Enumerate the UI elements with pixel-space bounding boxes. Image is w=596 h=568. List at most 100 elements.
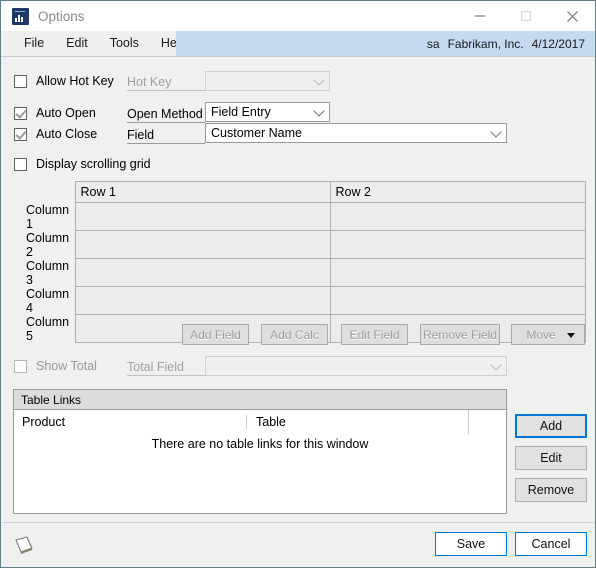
menu-bar: File Edit Tools Help sa Fabrikam, Inc. 4… [1,31,595,57]
open-method-label: Open Method [127,107,205,123]
table-row: Column 2 [13,230,586,259]
auto-close-checkbox[interactable] [14,127,27,141]
cancel-label: Cancel [531,537,571,551]
grid-row-label-5: Column 5 [26,314,70,343]
title-bar: Options [1,1,595,31]
chevron-down-icon [490,126,502,138]
table-links-column-headers: Product Table [14,410,506,434]
field-grid: Row 1 Row 2 Column 1 Column 2 Column 3 C… [13,181,586,343]
allow-hot-key-checkbox[interactable] [14,74,27,88]
status-user: sa [426,36,440,51]
grid-col-header-1[interactable]: Row 1 [74,181,331,203]
edit-field-label: Edit Field [349,327,400,342]
menu-items: File Edit Tools Help [1,31,198,56]
grid-cell-1-1[interactable] [74,202,331,231]
field-grid-table: Row 1 Row 2 Column 1 Column 2 Column 3 C… [13,181,586,343]
table-row: Column 3 [13,258,586,287]
display-scrolling-grid-checkbox[interactable] [14,157,27,171]
chevron-down-icon [313,74,325,86]
grid-row-label-3: Column 3 [26,258,70,287]
close-icon[interactable] [549,1,595,31]
open-method-value: Field Entry [211,105,271,119]
menu-edit[interactable]: Edit [55,31,99,56]
grid-header-row: Row 1 Row 2 [13,181,586,203]
auto-close-label: Auto Close [36,127,98,141]
grid-cell-3-1[interactable] [74,258,331,287]
footer-bar: Save Cancel [2,522,594,566]
show-total-row: Show Total [14,359,97,373]
hot-key-label-wrap: Hot Key [127,75,207,91]
menu-tools[interactable]: Tools [99,31,150,56]
remove-link-button[interactable]: Remove [515,478,587,502]
open-method-combo[interactable]: Field Entry [205,102,330,122]
auto-open-label: Auto Open [36,106,96,120]
remove-field-label: Remove Field [422,327,498,342]
grid-corner-cell [13,182,75,203]
grid-cell-2-2[interactable] [329,230,586,259]
grid-cell-1-2[interactable] [329,202,586,231]
chart-app-icon [12,7,29,25]
grid-row-label-4: Column 4 [26,286,70,315]
edit-field-button[interactable]: Edit Field [341,324,408,345]
field-label-wrap: Field [127,128,207,144]
grid-cell-2-1[interactable] [74,230,331,259]
column-header-table[interactable]: Table [246,415,468,429]
auto-open-checkbox[interactable] [14,106,27,120]
grid-cell-4-2[interactable] [329,286,586,315]
allow-hot-key-row: Allow Hot Key [14,74,114,88]
total-field-label-wrap: Total Field [127,360,207,376]
footer-divider [2,522,594,523]
table-row: Column 1 [13,202,586,231]
save-button[interactable]: Save [435,532,507,556]
grid-row-label-2: Column 2 [26,230,70,259]
table-links-empty-message: There are no table links for this window [151,437,369,451]
content-area: Allow Hot Key Hot Key Auto Open Open Met… [2,57,594,523]
display-scrolling-grid-label: Display scrolling grid [36,157,151,171]
status-date: 4/12/2017 [531,36,585,51]
table-links-header: Table Links [14,390,506,410]
edit-link-label: Edit [540,451,562,465]
auto-close-row: Auto Close [14,127,97,141]
minimize-icon[interactable] [457,1,503,31]
options-window: Options File Edit Tools Help sa Fabrikam… [0,0,596,568]
grid-cell-4-1[interactable] [74,286,331,315]
maximize-icon[interactable] [503,1,549,31]
show-total-checkbox[interactable] [14,359,27,373]
total-field-label: Total Field [127,360,205,376]
field-value: Customer Name [211,126,302,140]
field-combo[interactable]: Customer Name [205,123,507,143]
chevron-down-icon [313,105,325,117]
total-field-combo[interactable] [205,356,507,376]
grid-cell-3-2[interactable] [329,258,586,287]
save-label: Save [456,537,486,551]
menu-file[interactable]: File [13,31,55,56]
status-company: Fabrikam, Inc. [447,36,524,51]
allow-hot-key-label: Allow Hot Key [36,74,114,88]
move-button[interactable]: Move [511,324,585,345]
table-row: Column 4 [13,286,586,315]
add-calc-button[interactable]: Add Calc [261,324,328,345]
move-label: Move [526,327,556,342]
field-label: Field [127,128,205,144]
display-scrolling-grid-row: Display scrolling grid [14,157,151,171]
hot-key-combo[interactable] [205,71,330,91]
table-links-title: Table Links [21,392,82,407]
add-field-button[interactable]: Add Field [182,324,249,345]
cancel-button[interactable]: Cancel [515,532,587,556]
caret-down-icon [567,332,575,338]
remove-field-button[interactable]: Remove Field [420,324,500,345]
grid-row-label-1: Column 1 [26,202,70,231]
hot-key-label: Hot Key [127,75,205,91]
remove-link-label: Remove [527,483,575,497]
show-total-label: Show Total [36,359,97,373]
window-controls [457,1,595,31]
grid-col-header-2[interactable]: Row 2 [329,181,586,203]
column-header-product[interactable]: Product [14,415,246,429]
note-icon[interactable] [13,535,35,555]
add-calc-label: Add Calc [270,327,319,342]
status-band: sa Fabrikam, Inc. 4/12/2017 [176,31,595,56]
table-links-panel: Table Links Product Table There are no t… [13,389,507,514]
add-link-button[interactable]: Add [515,414,587,438]
edit-link-button[interactable]: Edit [515,446,587,470]
column-header-spacer [468,410,506,434]
